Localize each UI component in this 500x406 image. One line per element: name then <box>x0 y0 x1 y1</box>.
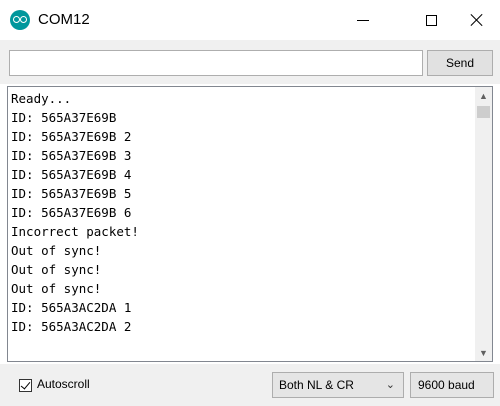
output-line: ID: 565A37E69B 2 <box>11 129 132 144</box>
output-line: Ready... <box>11 91 72 106</box>
output-line: ID: 565A37E69B <box>11 110 117 125</box>
output-lines: Ready... ID: 565A37E69B ID: 565A37E69B 2 ID… <box>11 89 139 336</box>
output-line: ID: 565A37E69B 4 <box>11 167 132 182</box>
minimize-icon <box>357 19 369 21</box>
output-line: Out of sync! <box>11 262 102 277</box>
maximize-button[interactable] <box>408 0 454 40</box>
baud-rate-select[interactable]: 9600 baud <box>410 372 494 398</box>
close-button[interactable] <box>454 0 500 40</box>
serial-input[interactable] <box>9 50 423 76</box>
output-line: Out of sync! <box>11 281 102 296</box>
output-line: ID: 565A37E69B 5 <box>11 186 132 201</box>
output-line: ID: 565A3AC2DA 2 <box>11 319 132 334</box>
autoscroll-label[interactable]: Autoscroll <box>37 377 90 391</box>
line-ending-select[interactable]: Both NL & CR ⌄ <box>272 372 404 398</box>
title-bar: COM12 <box>0 0 500 40</box>
scroll-thumb[interactable] <box>477 106 490 118</box>
output-line: Incorrect packet! <box>11 224 139 239</box>
checkmark-icon <box>20 379 31 390</box>
maximize-icon <box>425 14 437 26</box>
autoscroll-checkbox[interactable] <box>19 379 32 392</box>
vertical-scrollbar[interactable]: ▲ ▼ <box>475 87 492 361</box>
window-title: COM12 <box>38 11 90 28</box>
close-icon <box>470 13 484 27</box>
scroll-down-icon[interactable]: ▼ <box>475 344 492 361</box>
send-row: Send <box>0 40 500 84</box>
output-line: ID: 565A37E69B 6 <box>11 205 132 220</box>
output-line: ID: 565A3AC2DA 1 <box>11 300 132 315</box>
minimize-button[interactable] <box>340 0 386 40</box>
line-ending-value: Both NL & CR <box>279 378 354 392</box>
send-button[interactable]: Send <box>427 50 493 76</box>
serial-output[interactable]: Ready... ID: 565A37E69B ID: 565A37E69B 2 ID… <box>7 86 493 362</box>
scroll-up-icon[interactable]: ▲ <box>475 87 492 104</box>
baud-rate-value: 9600 baud <box>418 378 475 392</box>
output-line: ID: 565A37E69B 3 <box>11 148 132 163</box>
chevron-down-icon: ⌄ <box>385 379 395 391</box>
arduino-logo-icon <box>10 10 30 30</box>
status-bar: Autoscroll Both NL & CR ⌄ 9600 baud <box>0 364 500 406</box>
output-line: Out of sync! <box>11 243 102 258</box>
